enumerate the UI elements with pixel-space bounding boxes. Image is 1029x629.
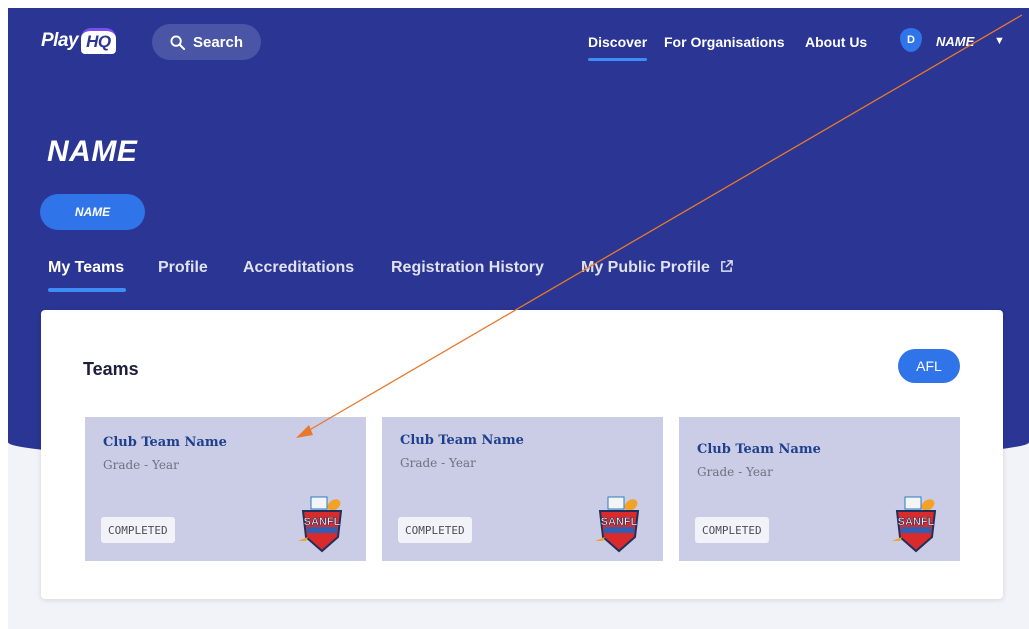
tab-label: Accreditations [243, 259, 355, 276]
team-card[interactable]: Club Team Name Grade - Year COMPLETED SA… [85, 417, 366, 561]
team-grade: Grade - Year [697, 465, 773, 479]
sanfl-juniors-logo: SANFL [892, 496, 937, 553]
logo-hq-mark: HQ [81, 28, 116, 54]
teams-card: Teams AFL Club Team Name Grade - Year CO… [41, 310, 1003, 599]
team-grade: Grade - Year [103, 458, 179, 472]
teams-heading: Teams [83, 359, 139, 379]
name-chip[interactable]: NAME [40, 194, 145, 230]
team-name: Club Team Name [697, 442, 821, 457]
status-badge: COMPLETED [101, 517, 175, 543]
tab-my-teams[interactable]: My Teams [48, 259, 127, 292]
tab-accreditations[interactable]: Accreditations [243, 259, 354, 277]
nav-discover[interactable]: Discover [588, 34, 648, 61]
search-button[interactable]: Search [152, 24, 261, 60]
afl-filter-button[interactable]: AFL [898, 349, 960, 383]
search-icon [170, 34, 185, 50]
page-title: NAME [47, 135, 138, 168]
nav-for-organisations[interactable]: For Organisations [664, 34, 785, 50]
status-badge: COMPLETED [695, 517, 769, 543]
tab-registration-history[interactable]: Registration History [391, 259, 544, 277]
team-card[interactable]: Club Team Name Grade - Year COMPLETED SA… [679, 417, 960, 561]
search-label: Search [192, 33, 244, 51]
logo-text: SANFL [601, 516, 638, 528]
tab-label: My Public Profile [581, 259, 710, 276]
playhq-logo[interactable]: Play HQ [41, 28, 116, 54]
chevron-down-icon[interactable]: ▼ [994, 35, 1005, 47]
team-name: Club Team Name [400, 433, 524, 448]
nav-about-us[interactable]: About Us [805, 34, 867, 50]
user-name[interactable]: NAME [936, 34, 974, 49]
team-grade: Grade - Year [400, 456, 476, 470]
user-avatar[interactable]: D [900, 28, 922, 52]
external-link-icon [721, 260, 734, 272]
logo-play-text: Play [41, 30, 79, 51]
tab-label: My Teams [48, 259, 125, 276]
logo-text: SANFL [898, 516, 935, 528]
top-navigation: Play HQ Search Discover For Organisation… [8, 8, 1029, 78]
sanfl-juniors-logo: SANFL [595, 496, 640, 553]
tab-my-public-profile[interactable]: My Public Profile [581, 259, 734, 277]
team-name: Club Team Name [103, 435, 227, 450]
status-badge: COMPLETED [398, 517, 472, 543]
team-card[interactable]: Club Team Name Grade - Year COMPLETED SA… [382, 417, 663, 561]
tab-profile[interactable]: Profile [158, 259, 208, 277]
tab-label: Profile [158, 259, 208, 276]
tab-label: Registration History [391, 259, 544, 276]
logo-text: SANFL [304, 516, 341, 528]
sanfl-juniors-logo: SANFL [298, 496, 343, 553]
